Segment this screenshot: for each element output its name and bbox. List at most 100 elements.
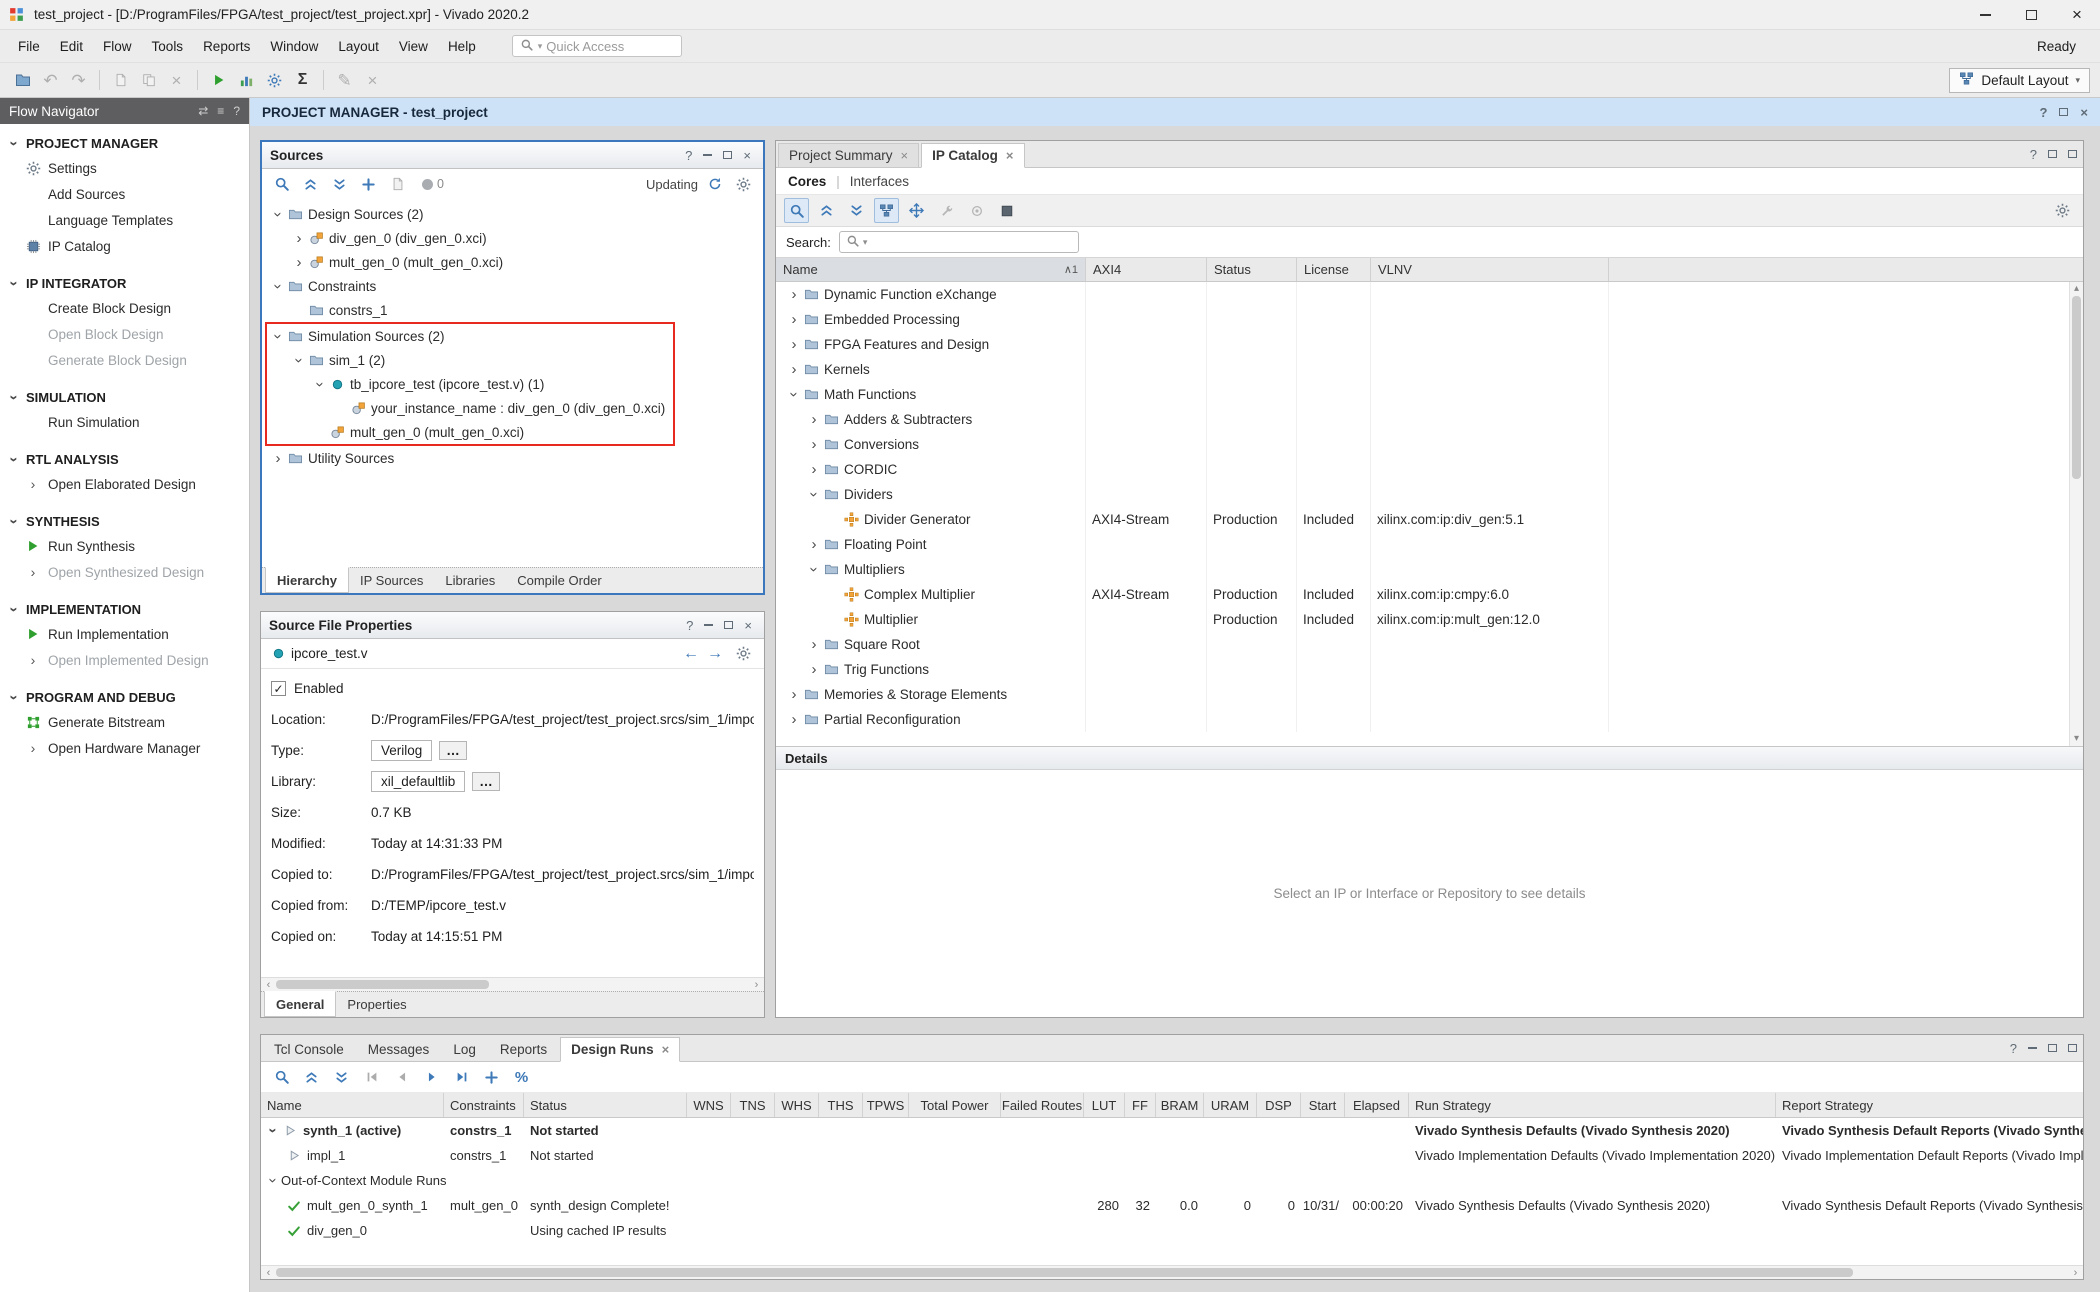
menu-view[interactable]: View (389, 34, 438, 59)
minimize-icon[interactable] (2028, 1047, 2037, 1049)
ip-row[interactable]: ›Dynamic Function eXchange (776, 282, 2069, 307)
ip-row[interactable]: ›Adders & Subtracters (776, 407, 2069, 432)
ip-row[interactable]: ›Trig Functions (776, 657, 2069, 682)
chevron-collapsed-icon[interactable]: › (291, 230, 307, 247)
column-header-tns[interactable]: TNS (731, 1093, 775, 1117)
settings-gear-icon[interactable] (2050, 198, 2075, 223)
copy-icon[interactable] (136, 68, 161, 93)
scroll-left-icon[interactable]: ‹ (261, 978, 276, 992)
maximize-button[interactable] (2008, 0, 2054, 29)
help-icon[interactable]: ? (685, 148, 692, 163)
search-icon[interactable] (269, 172, 294, 197)
customize-ip-icon[interactable] (934, 198, 959, 223)
step-first-icon[interactable] (359, 1065, 384, 1090)
chevron-collapsed-icon[interactable]: › (806, 411, 822, 428)
menu-reports[interactable]: Reports (193, 34, 260, 59)
ip-search-input[interactable]: ▾ (839, 231, 1079, 253)
chevron-collapsed-icon[interactable]: › (270, 450, 286, 467)
dock-icon[interactable]: ⇄ (198, 104, 208, 118)
menu-edit[interactable]: Edit (50, 34, 93, 59)
scroll-up-icon[interactable]: ▴ (2070, 282, 2083, 296)
ip-row[interactable]: ›Floating Point (776, 532, 2069, 557)
column-header-axi4[interactable]: AXI4 (1086, 258, 1207, 281)
tree-row[interactable]: ›Utility Sources (262, 446, 763, 470)
scroll-right-icon[interactable]: › (2068, 1266, 2083, 1280)
run-row[interactable]: impl_1constrs_1Not startedVivado Impleme… (261, 1143, 2083, 1168)
delete-icon[interactable]: × (164, 68, 189, 93)
tab-general[interactable]: General (264, 991, 336, 1017)
scroll-down-icon[interactable]: ▾ (2070, 732, 2083, 746)
flow-nav-item-language-templates[interactable]: Language Templates (0, 207, 249, 233)
ip-row[interactable]: ›Conversions (776, 432, 2069, 457)
help-icon[interactable]: ? (2010, 1041, 2017, 1056)
search-icon[interactable] (784, 198, 809, 223)
bottom-tab-reports[interactable]: Reports (489, 1037, 558, 1062)
help-icon[interactable]: ? (2030, 147, 2037, 162)
flow-nav-section-project-manager[interactable]: ›PROJECT MANAGER (0, 132, 249, 155)
value-box[interactable]: Verilog (371, 740, 432, 761)
help-icon[interactable]: ? (686, 618, 693, 633)
tree-row[interactable]: ›mult_gen_0 (mult_gen_0.xci) (262, 250, 763, 274)
column-header-lut[interactable]: LUT (1084, 1093, 1125, 1117)
column-header-whs[interactable]: WHS (775, 1093, 819, 1117)
chevron-collapsed-icon[interactable]: › (786, 711, 802, 728)
tree-row[interactable]: ›div_gen_0 (div_gen_0.xci) (262, 226, 763, 250)
edit-file-icon[interactable] (385, 172, 410, 197)
enabled-checkbox[interactable]: ✓ (271, 681, 286, 696)
column-header-report-strategy[interactable]: Report Strategy (1776, 1093, 2083, 1117)
ip-row[interactable]: ›Divider GeneratorAXI4-StreamProductionI… (776, 507, 2069, 532)
menu-tools[interactable]: Tools (142, 34, 194, 59)
chevron-expanded-icon[interactable]: › (806, 562, 823, 578)
settings-gear-icon[interactable] (731, 172, 756, 197)
run-row[interactable]: div_gen_0Using cached IP results (261, 1218, 2083, 1243)
ip-row[interactable]: ›CORDIC (776, 457, 2069, 482)
close-icon[interactable]: × (901, 148, 909, 163)
step-previous-icon[interactable] (389, 1065, 414, 1090)
ip-row[interactable]: ›Embedded Processing (776, 307, 2069, 332)
bottom-tab-messages[interactable]: Messages (357, 1037, 441, 1062)
resource-percent-icon[interactable]: % (509, 1065, 534, 1090)
tree-row[interactable]: ›mult_gen_0 (mult_gen_0.xci) (267, 420, 673, 444)
chevron-collapsed-icon[interactable]: › (786, 311, 802, 328)
float-icon[interactable] (2048, 1044, 2057, 1052)
run-row[interactable]: ›synth_1 (active)constrs_1Not startedViv… (261, 1118, 2083, 1143)
column-header-status[interactable]: Status (524, 1093, 687, 1117)
close-icon[interactable]: × (744, 618, 752, 633)
column-header-vlnv[interactable]: VLNV (1371, 258, 1609, 281)
scroll-left-icon[interactable]: ‹ (261, 1266, 276, 1280)
ip-settings-icon[interactable] (964, 198, 989, 223)
collapse-all-icon[interactable] (298, 172, 323, 197)
column-header-elapsed[interactable]: Elapsed (1345, 1093, 1409, 1117)
menu-icon[interactable]: ≡ (217, 104, 224, 118)
tree-row[interactable]: ›your_instance_name : div_gen_0 (div_gen… (267, 396, 673, 420)
flow-nav-section-ip-integrator[interactable]: ›IP INTEGRATOR (0, 272, 249, 295)
new-file-icon[interactable] (108, 68, 133, 93)
float-icon[interactable] (724, 621, 733, 629)
redo-icon[interactable]: ↷ (66, 68, 91, 93)
chevron-expanded-icon[interactable]: › (270, 206, 287, 222)
scroll-thumb[interactable] (276, 980, 489, 989)
ip-row[interactable]: ›Memories & Storage Elements (776, 682, 2069, 707)
column-header-start[interactable]: Start (1301, 1093, 1345, 1117)
run-step-icon[interactable] (419, 1065, 444, 1090)
tree-row[interactable]: ›constrs_1 (262, 298, 763, 322)
menu-layout[interactable]: Layout (328, 34, 389, 59)
tab-ip-sources[interactable]: IP Sources (349, 568, 434, 593)
flow-nav-item-run-synthesis[interactable]: Run Synthesis (0, 533, 249, 559)
chevron-collapsed-icon[interactable]: › (806, 461, 822, 478)
minimize-icon[interactable] (703, 154, 712, 156)
chevron-expanded-icon[interactable]: › (786, 387, 803, 403)
expand-all-icon[interactable] (327, 172, 352, 197)
vertical-scrollbar[interactable]: ▴ ▾ (2069, 282, 2083, 746)
column-header-ths[interactable]: THS (819, 1093, 863, 1117)
flow-nav-section-synthesis[interactable]: ›SYNTHESIS (0, 510, 249, 533)
cancel-icon[interactable]: × (360, 68, 385, 93)
flow-nav-item-generate-block-design[interactable]: Generate Block Design (0, 347, 249, 373)
editor-tab-ip-catalog[interactable]: IP Catalog× (921, 143, 1024, 168)
minimize-icon[interactable] (704, 624, 713, 626)
chevron-collapsed-icon[interactable]: › (806, 661, 822, 678)
tab-libraries[interactable]: Libraries (434, 568, 506, 593)
sum-icon[interactable]: Σ (290, 68, 315, 93)
bottom-tab-tcl-console[interactable]: Tcl Console (263, 1037, 355, 1062)
flow-nav-item-generate-bitstream[interactable]: Generate Bitstream (0, 709, 249, 735)
